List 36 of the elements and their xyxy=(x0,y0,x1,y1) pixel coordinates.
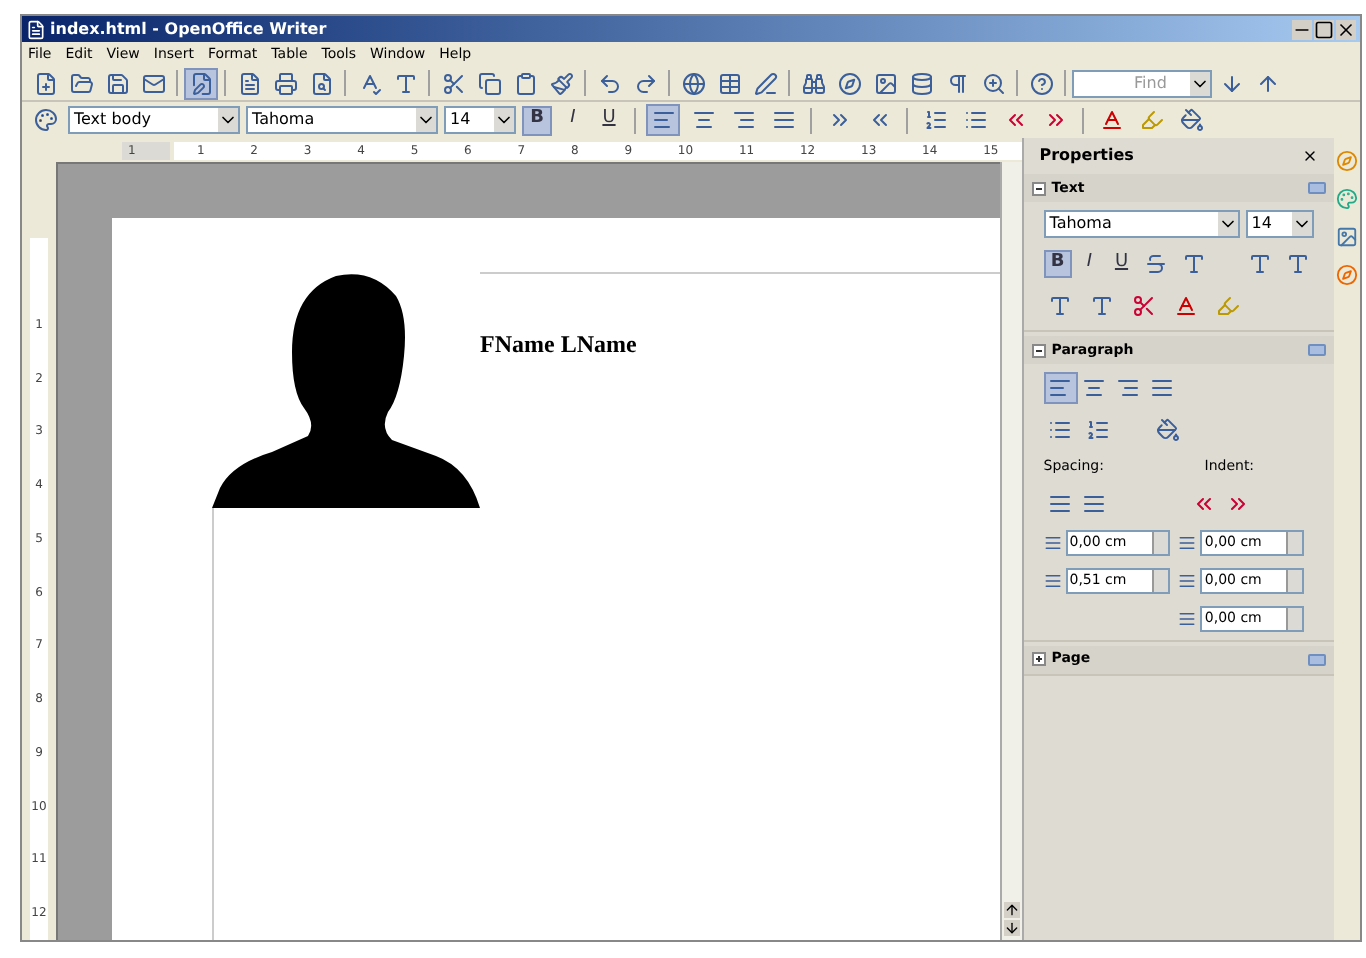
vertical-scrollbar[interactable] xyxy=(999,162,1022,940)
font-dropdown[interactable]: Tahoma xyxy=(1043,210,1240,238)
close-icon[interactable] xyxy=(1302,148,1319,164)
font-size-dropdown[interactable]: 14 xyxy=(444,106,516,134)
collapse-icon[interactable] xyxy=(1031,343,1046,357)
scroll-up-icon[interactable] xyxy=(1003,902,1020,918)
font-size-dropdown[interactable]: 14 xyxy=(1245,210,1314,238)
compass-icon[interactable] xyxy=(1336,264,1359,286)
sidebar-title: Properties xyxy=(1039,144,1136,168)
document-icon xyxy=(26,19,46,39)
minimize-icon[interactable] xyxy=(1292,19,1312,39)
dropdown-icon xyxy=(218,108,238,132)
format-button[interactable]: B xyxy=(1043,250,1072,278)
dropdown-icon xyxy=(1217,212,1238,236)
format-button[interactable]: I xyxy=(558,105,588,135)
align-left-icon[interactable] xyxy=(646,104,680,136)
gallery-icon[interactable] xyxy=(1336,226,1359,248)
name-heading: FName LName xyxy=(480,328,639,362)
format-button[interactable]: U xyxy=(594,105,624,135)
scroll-down-icon[interactable] xyxy=(1003,920,1020,936)
dropdown-icon xyxy=(416,108,436,132)
expand-icon[interactable] xyxy=(1031,652,1046,666)
collapse-icon[interactable] xyxy=(1031,181,1046,195)
close-icon[interactable] xyxy=(1336,19,1356,39)
format-button[interactable]: I xyxy=(1075,250,1104,278)
align-left-icon[interactable] xyxy=(1043,372,1078,404)
dropdown-icon xyxy=(1190,71,1210,95)
maximize-icon[interactable] xyxy=(1314,19,1334,39)
style-dropdown[interactable]: Text body xyxy=(68,106,240,134)
format-button[interactable]: U xyxy=(1107,250,1136,278)
window-title: index.html - OpenOffice Writer xyxy=(50,17,327,41)
dropdown-icon xyxy=(494,108,514,132)
edit-file-icon[interactable] xyxy=(184,67,218,99)
format-button[interactable]: B xyxy=(522,105,552,135)
font-dropdown[interactable]: Tahoma xyxy=(246,106,438,134)
dropdown-icon xyxy=(1291,212,1312,236)
